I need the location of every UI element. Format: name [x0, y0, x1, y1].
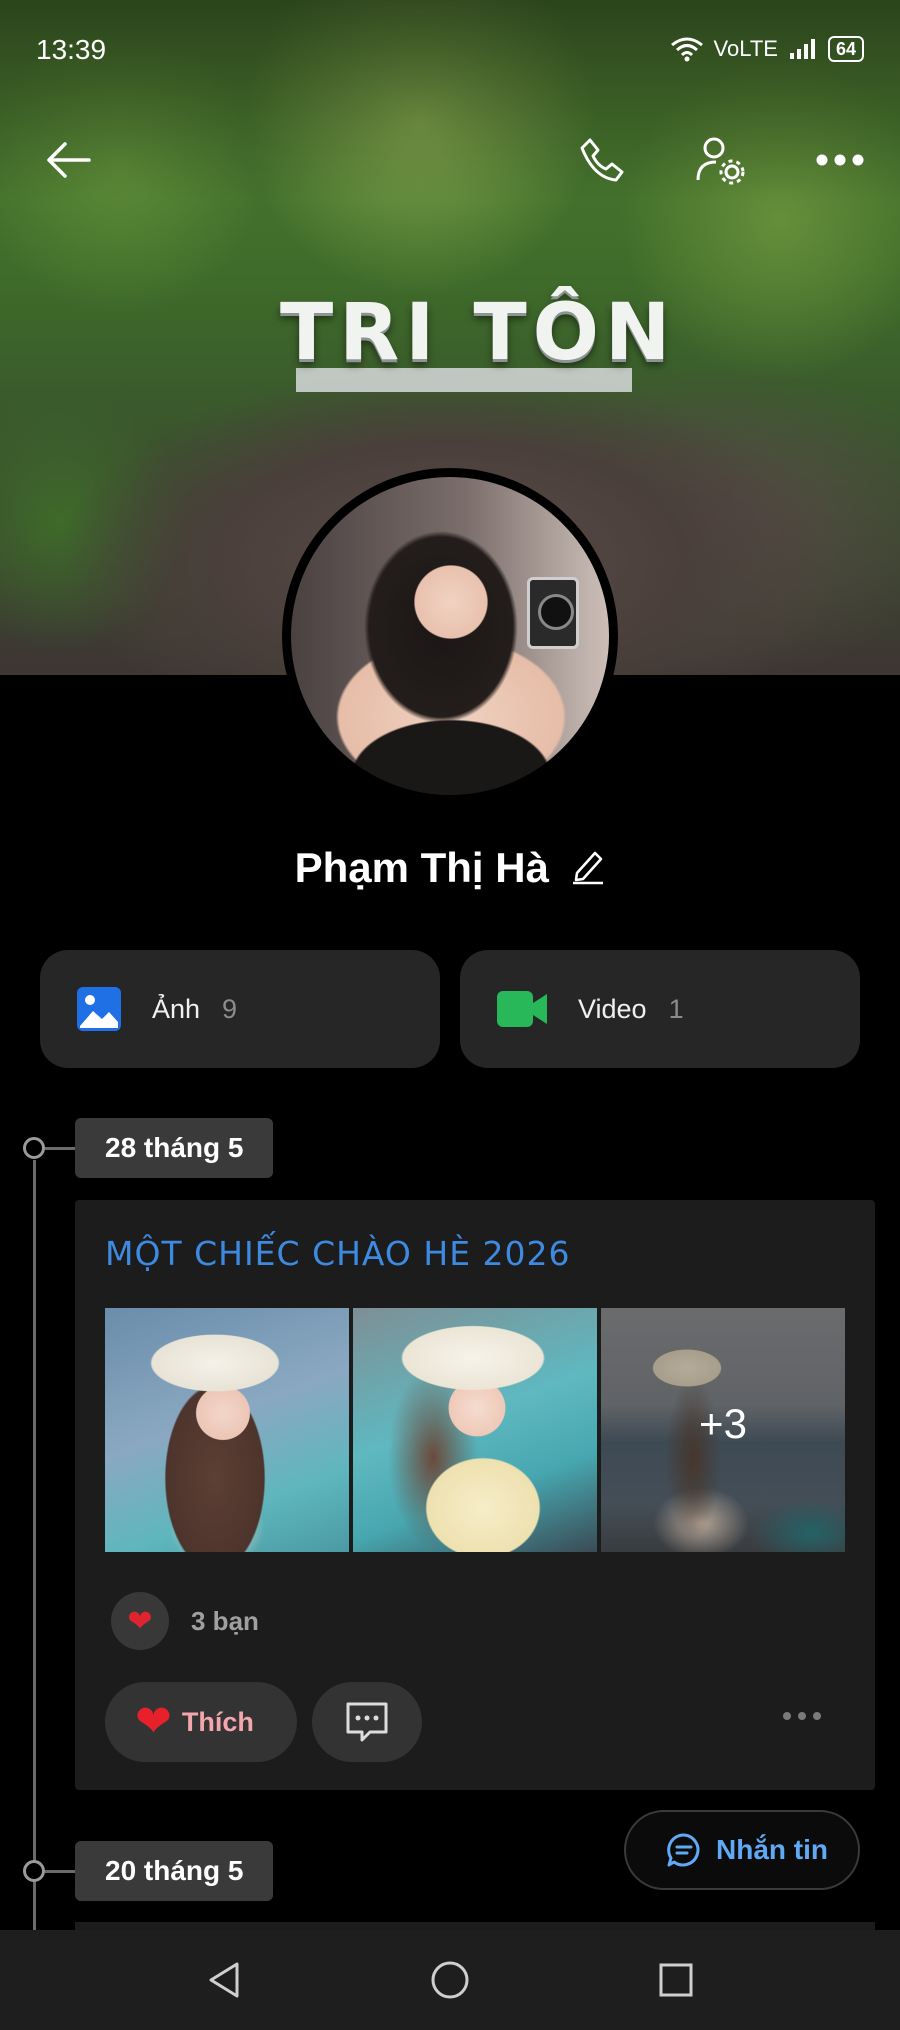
timeline-connector: [45, 1870, 75, 1873]
nav-recents-button[interactable]: [654, 1958, 698, 2002]
arrow-left-icon: [47, 142, 91, 178]
timeline-line: [33, 1160, 36, 1930]
avatar[interactable]: [282, 468, 618, 804]
network-label: VoLTE: [713, 36, 778, 61]
message-label: Nhắn tin: [716, 1834, 828, 1865]
image-icon: [77, 987, 121, 1031]
more-horizontal-icon: [816, 154, 864, 166]
triangle-back-icon: [209, 1962, 239, 1998]
status-indicators: VoLTE 64: [670, 36, 864, 62]
comment-icon: [346, 1702, 388, 1742]
call-button[interactable]: [572, 130, 632, 190]
reaction-summary[interactable]: ❤ 3 bạn: [111, 1592, 259, 1650]
status-bar: 13:39 VoLTE 64: [0, 30, 900, 74]
pencil-icon: [573, 851, 604, 884]
reaction-count: 3 bạn: [191, 1605, 259, 1636]
more-photos-count: +3: [699, 1400, 747, 1447]
profile-settings-button[interactable]: [690, 130, 750, 190]
timeline-connector: [45, 1147, 75, 1150]
square-recents-icon: [659, 1963, 693, 1997]
comment-button[interactable]: [312, 1682, 422, 1762]
post-card[interactable]: MỘT CHIẾC CHÀO HÈ 2026 +3 ❤ 3 bạn ❤ Thíc…: [75, 1200, 875, 1790]
chat-bubble-icon: [667, 1833, 700, 1867]
date-badge: 28 tháng 5: [75, 1118, 274, 1178]
more-options-button[interactable]: [810, 130, 870, 190]
cover-sign-text: TRI TÔN: [280, 288, 677, 378]
heart-icon: ❤: [135, 1697, 172, 1746]
heart-reaction-icon: ❤: [111, 1592, 169, 1650]
nav-back-button[interactable]: [202, 1958, 246, 2002]
like-label: Thích: [181, 1706, 254, 1737]
edit-name-button[interactable]: [571, 847, 605, 890]
signal-icon: [789, 39, 815, 59]
message-button[interactable]: Nhắn tin: [624, 1810, 860, 1890]
videos-button[interactable]: Video 1: [460, 950, 860, 1068]
video-camera-icon: [497, 991, 547, 1027]
post-title[interactable]: MỘT CHIẾC CHÀO HÈ 2026: [105, 1234, 571, 1273]
avatar-photo: [291, 477, 609, 795]
post-photo[interactable]: [105, 1308, 349, 1552]
user-settings-icon: [696, 137, 745, 185]
profile-name: Phạm Thị Hà: [294, 844, 549, 891]
profile-name-row: Phạm Thị Hà: [0, 844, 900, 892]
videos-label: Video: [578, 993, 647, 1024]
photos-button[interactable]: Ảnh 9: [40, 950, 440, 1068]
status-time: 13:39: [36, 34, 107, 65]
timeline-node: [23, 1860, 45, 1882]
wifi-icon: [670, 37, 703, 62]
nav-home-button[interactable]: [428, 1958, 472, 2002]
camera-in-photo: [527, 577, 579, 649]
back-button[interactable]: [38, 130, 98, 190]
timeline-node: [23, 1137, 45, 1159]
phone-icon: [580, 138, 624, 182]
post-photo-more[interactable]: +3: [601, 1308, 845, 1552]
system-nav-bar: [0, 1930, 900, 2030]
post-more-button[interactable]: [783, 1712, 821, 1720]
photos-label: Ảnh: [152, 993, 201, 1024]
circle-home-icon: [431, 1961, 469, 1999]
battery-indicator: 64: [827, 36, 864, 62]
date-badge: 20 tháng 5: [75, 1841, 274, 1901]
videos-count: 1: [668, 993, 684, 1024]
post-photo[interactable]: [353, 1308, 597, 1552]
photos-count: 9: [222, 993, 238, 1024]
like-button[interactable]: ❤ Thích: [105, 1682, 297, 1762]
